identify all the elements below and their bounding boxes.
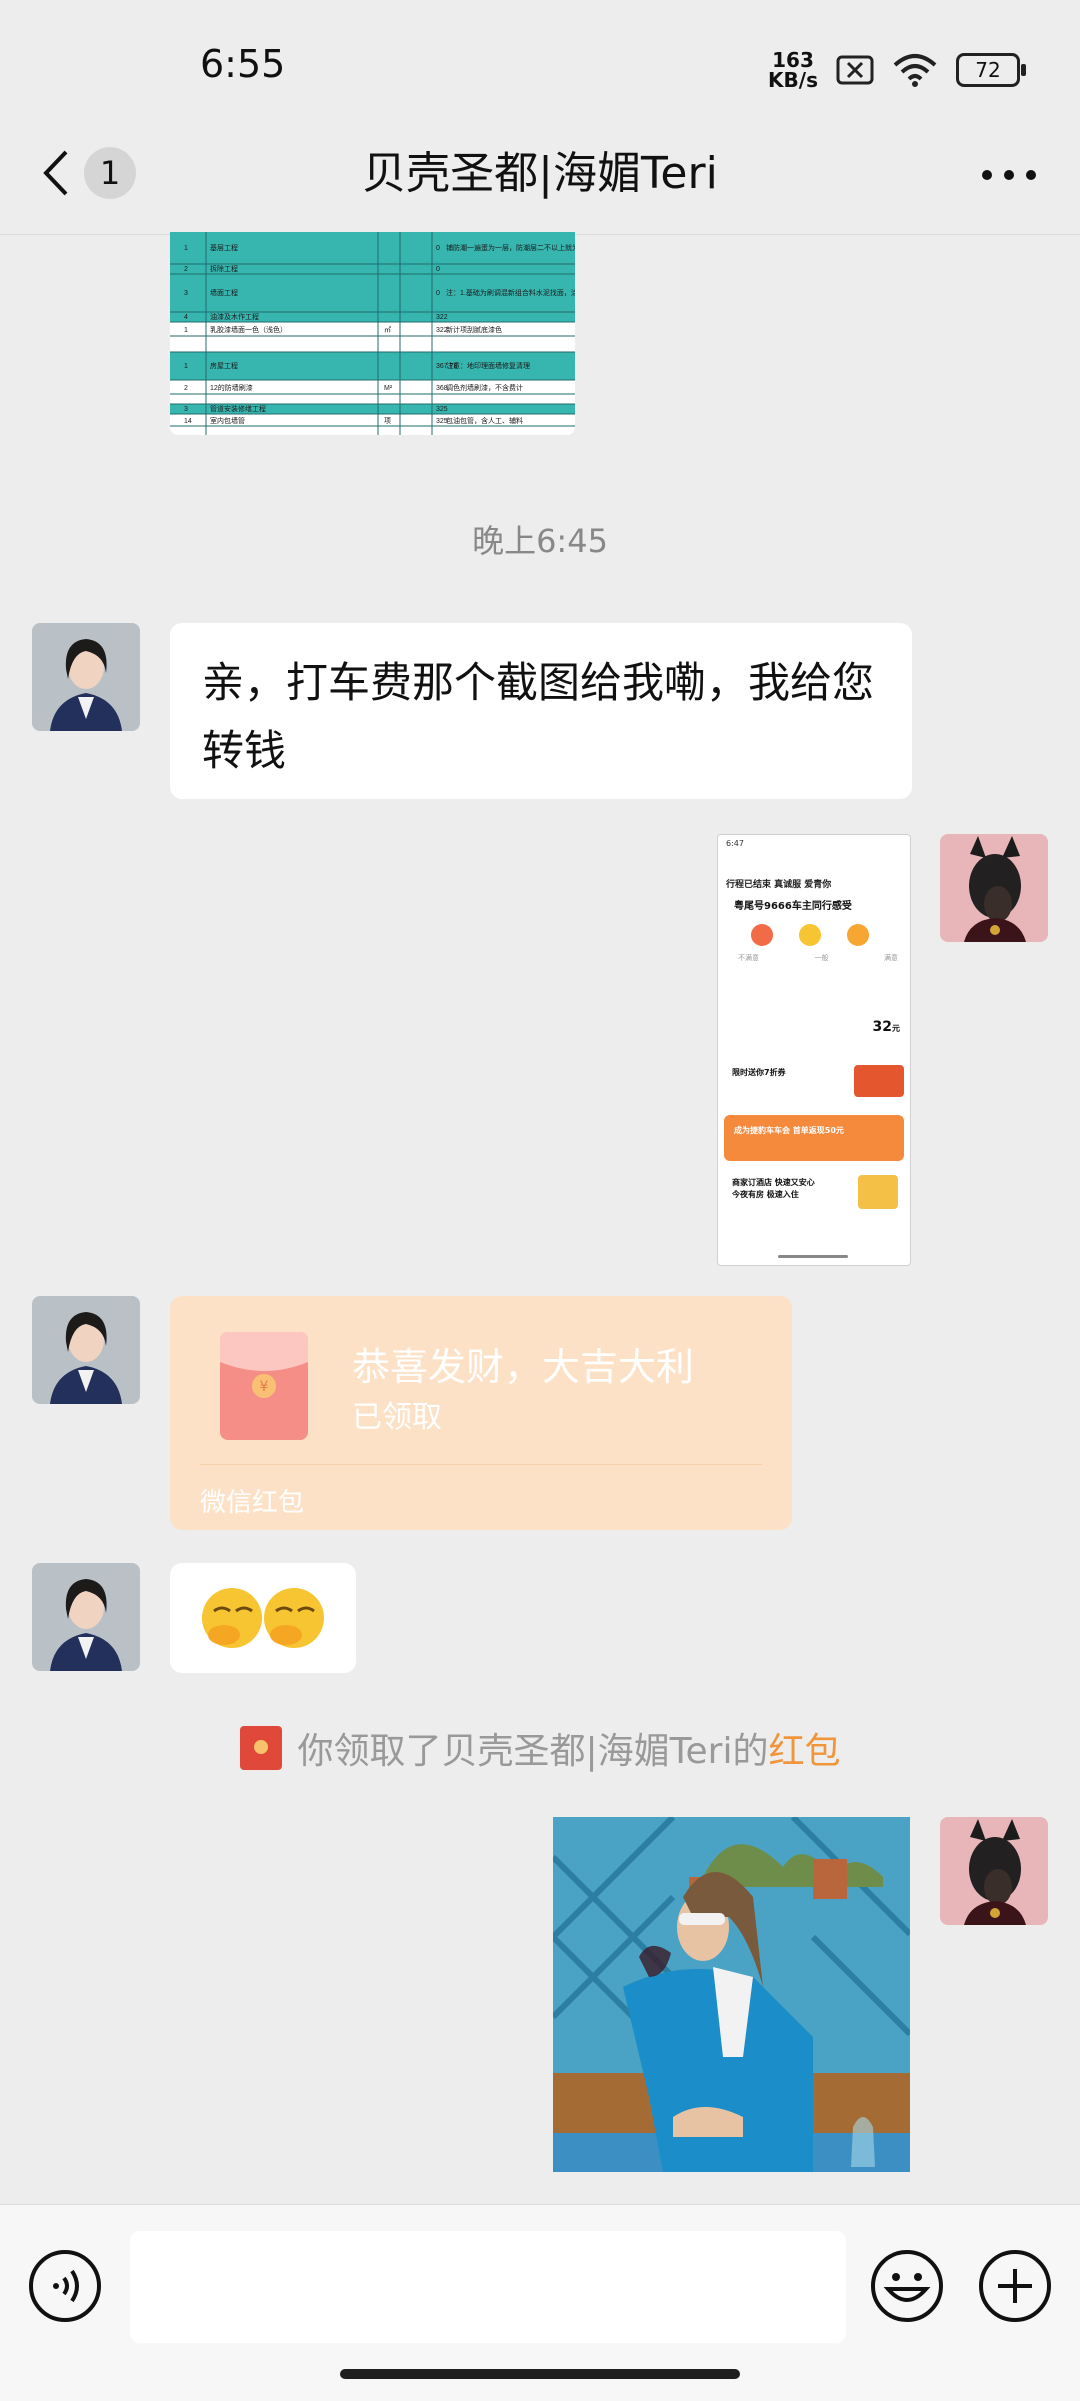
rating-labels: 不满意 一般 满意 (738, 954, 898, 962)
face-with-hand-over-mouth-icon (202, 1588, 324, 1648)
voice-button[interactable] (28, 2249, 102, 2323)
sheet-cell: 铺防潮一遍蛋为一层，防潮层二不以上就为二层，捆扎 (446, 243, 575, 252)
message-input[interactable] (130, 2231, 846, 2343)
wifi-icon (893, 54, 937, 87)
sheet-cell: 4 (184, 314, 188, 321)
promo-banner: 成为捷豹车车会 首单返现50元 (724, 1115, 904, 1161)
sheet-cell: 0 (436, 245, 440, 252)
sheet-cell: 拆除工程 (210, 264, 238, 273)
photo-image (553, 1817, 910, 2172)
sheet-cell: 墙面工程 (210, 288, 238, 297)
red-packet-card[interactable]: ¥ 恭喜发财，大吉大利 已领取 微信红包 (170, 1296, 792, 1530)
sheet-cell: 0 (436, 290, 440, 297)
sheet-cell: 室内包墙管 (210, 416, 245, 425)
contact-avatar[interactable] (32, 623, 140, 731)
sheet-cell: 12的防墙刷漆 (210, 383, 253, 392)
red-packet-small-icon (239, 1726, 282, 1770)
hotel-icon (858, 1175, 898, 1209)
unread-badge: 1 (84, 147, 136, 199)
message-bubble[interactable]: 亲，打车费那个截图给我嘞，我给您转钱 (170, 623, 912, 799)
sheet-cell: 322 (436, 314, 448, 321)
sheet-cell: 3 (184, 406, 188, 413)
sheet-cell: 包油包管，含人工、辅料 (446, 416, 523, 425)
sheet-cell: 注意：地印理面墙修复清理 (446, 361, 530, 370)
promo-3: 商家订酒店 快速又安心 (732, 1178, 815, 1187)
sheet-cell: 0 (436, 266, 440, 273)
timestamp: 晚上6:45 (472, 522, 608, 560)
sheet-cell: 14 (184, 418, 192, 425)
home-indicator[interactable] (340, 2369, 740, 2379)
red-packet-title: 恭喜发财，大吉大利 (352, 1345, 695, 1389)
ride-banner: 行程已结束 真诚服 爱青你 (726, 880, 832, 890)
sheet-cell: 325 (436, 406, 448, 413)
sheet-cell: M² (384, 385, 393, 392)
sheet-cell: 注：1.基础为刷调混新组合料水泥找面，涂面宅满足 (446, 288, 575, 297)
more-button[interactable] (974, 150, 1044, 200)
battery-indicator: 72 (956, 53, 1026, 87)
my-avatar[interactable] (940, 834, 1048, 942)
sheet-cell: 管道安装修缮工程 (210, 404, 266, 413)
plus-icon (979, 2250, 1051, 2322)
emoji-icon (871, 2250, 943, 2322)
notice-link[interactable]: 红包 (768, 1722, 840, 1774)
spreadsheet-table: 1 基层工程 0 铺防潮一遍蛋为一层，防潮层二不以上就为二层，捆扎 2 拆除工程 0 3 墙面工… (170, 232, 575, 435)
sheet-cell: 1 (184, 327, 188, 334)
bus-icon (854, 1065, 904, 1097)
sheet-cell: 新计项刮腻底漆色 (446, 325, 502, 334)
sheet-cell: 2 (184, 385, 188, 392)
system-notice: 你领取了贝壳圣都|海媚Teri的 红包 (0, 1722, 1080, 1774)
red-packet-status: 已领取 (352, 1400, 442, 1435)
emoji-message-bubble[interactable] (170, 1563, 356, 1673)
ride-screenshot-image[interactable]: 6:47 行程已结束 真诚服 爱青你 粤尾号9666车主同行感受 不满意 一般 … (717, 834, 911, 1266)
more-functions-button[interactable] (978, 2249, 1052, 2323)
ride-driver: 粤尾号9666车主同行感受 (734, 901, 852, 912)
message-text: 亲，打车费那个截图给我嘞，我给您转钱 (202, 658, 875, 775)
screenshot-home-bar (778, 1255, 848, 1258)
voice-icon (29, 2250, 101, 2322)
sheet-cell: 3 (184, 290, 188, 297)
network-speed: 163 KB/s (768, 48, 818, 92)
promo-1: 限时送你7折券 (732, 1068, 786, 1077)
photo-message[interactable] (553, 1817, 910, 2172)
back-button[interactable]: 1 (40, 138, 150, 208)
promo-3-sub: 今夜有房 极速入住 (732, 1190, 799, 1199)
my-avatar[interactable] (940, 1817, 1048, 1925)
chat-header: 1 贝壳圣都|海媚Teri (0, 116, 1080, 235)
red-packet-icon: ¥ (220, 1332, 308, 1440)
emoji-button[interactable] (870, 2249, 944, 2323)
red-packet-footer: 微信红包 (200, 1488, 305, 1518)
sheet-cell: 1 (184, 245, 188, 252)
sheet-cell: 调色剂墙刷漆，不含费计 (446, 383, 523, 392)
sheet-cell: 基层工程 (210, 243, 238, 252)
ride-fee: 32元 (872, 1019, 900, 1035)
back-icon (43, 150, 68, 196)
spreadsheet-image[interactable]: 1 基层工程 0 铺防潮一遍蛋为一层，防潮层二不以上就为二层，捆扎 2 拆除工程 0 3 墙面工… (170, 232, 575, 435)
sheet-cell: 房屋工程 (210, 361, 238, 370)
status-time: 6:55 (200, 42, 286, 86)
ride-status-time: 6:47 (726, 839, 744, 848)
status-icons: 163 KB/s 72 (768, 48, 1026, 92)
contact-avatar[interactable] (32, 1296, 140, 1404)
notice-text: 你领取了贝壳圣都|海媚Teri的 (297, 1731, 769, 1772)
sheet-cell: 油漆及木作工程 (210, 312, 259, 321)
more-icon (982, 170, 1036, 180)
contact-avatar[interactable] (32, 1563, 140, 1671)
sheet-cell: 乳胶漆墙面一色（浅色） (210, 325, 287, 334)
sheet-cell: 项 (384, 417, 391, 425)
chat-title: 贝壳圣都|海媚Teri (362, 148, 718, 199)
sim-disabled-icon (836, 55, 874, 85)
rating-faces (751, 924, 869, 946)
divider (200, 1464, 762, 1465)
sheet-cell: ㎡ (384, 326, 391, 334)
svg-text:¥: ¥ (260, 1379, 269, 1395)
sheet-cell: 1 (184, 363, 188, 370)
sheet-cell: 2 (184, 266, 188, 273)
